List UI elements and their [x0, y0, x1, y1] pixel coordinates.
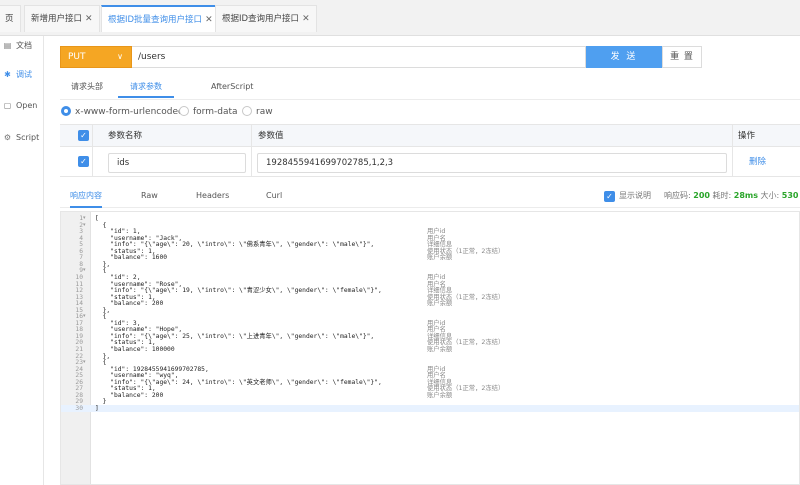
reset-button[interactable]: 重 置 — [662, 46, 702, 68]
tab-label: 新增用户接口 — [31, 14, 83, 24]
divider — [92, 125, 93, 177]
tab-request-headers[interactable]: 请求头部 — [71, 80, 103, 98]
tab-curl[interactable]: Curl — [266, 186, 282, 206]
show-desc-checkbox[interactable]: ✓ — [604, 191, 615, 202]
sidebar-item-label: Script — [16, 133, 40, 142]
tab-batch-query[interactable]: 根据ID批量查询用户接口 ✕ — [101, 5, 220, 32]
time-label: 耗时: — [712, 191, 732, 200]
sidebar-item-label: 调试 — [16, 70, 32, 79]
row-checkbox[interactable]: ✓ — [78, 156, 89, 167]
method-select[interactable]: PUT ∨ — [60, 46, 132, 68]
line-number: 30 — [75, 404, 83, 412]
close-icon[interactable]: ✕ — [302, 14, 310, 24]
param-table: ✓ 参数名称 参数值 操作 ✓ ids 1928455941699702785,… — [60, 124, 800, 177]
col-header-action: 操作 — [738, 131, 756, 141]
gear-icon: ⚙ — [3, 133, 12, 142]
tab-headers[interactable]: Headers — [196, 186, 229, 206]
sidebar-item-script[interactable]: ⚙ Script — [0, 130, 44, 146]
debug-icon: ✱ — [4, 70, 11, 79]
radio-label: form-data — [193, 107, 238, 117]
sidebar-item-label: Open — [16, 101, 38, 110]
divider — [60, 99, 800, 100]
radio-urlencoded[interactable]: x-www-form-urlencoded — [61, 106, 184, 118]
sidebar-item-debug[interactable]: ✱ 调试 — [0, 67, 44, 83]
radio-dot — [61, 106, 71, 116]
send-button[interactable]: 发 送 — [586, 46, 662, 68]
tab-afterscript[interactable]: AfterScript — [211, 80, 253, 98]
tab-query-by-id[interactable]: 根据ID查询用户接口 ✕ — [215, 5, 317, 32]
sidebar-item-label: 文档 — [16, 41, 32, 50]
tab-add-user[interactable]: 新增用户接口 ✕ — [24, 5, 100, 32]
code-line: 30] — [61, 404, 799, 412]
method-value: PUT — [68, 52, 86, 62]
close-icon[interactable]: ✕ — [85, 14, 93, 24]
url-input[interactable]: /users — [132, 46, 586, 68]
doc-icon: ▤ — [3, 41, 12, 50]
radio-form-data[interactable]: form-data — [179, 106, 238, 118]
param-value-input[interactable]: 1928455941699702785,1,2,3 — [257, 153, 727, 173]
table-header: ✓ 参数名称 参数值 操作 — [60, 125, 800, 147]
col-header-value: 参数值 — [258, 131, 284, 141]
table-row: ✓ ids 1928455941699702785,1,2,3 删除 — [60, 147, 800, 177]
tab-label: 根据ID查询用户接口 — [222, 14, 300, 24]
divider — [251, 125, 252, 177]
param-name-input[interactable]: ids — [108, 153, 246, 173]
show-desc-label: 显示说明 — [619, 191, 651, 200]
sidebar-item-open[interactable]: ▢ Open — [0, 98, 44, 114]
size-label: 大小: — [760, 191, 780, 200]
tab-raw[interactable]: Raw — [141, 186, 158, 206]
code-value: 200 — [693, 191, 710, 200]
time-value: 28ms — [733, 191, 758, 200]
tab-response-content[interactable]: 响应内容 — [70, 186, 102, 208]
sidebar: ▤ 文档 ✱ 调试 ▢ Open ⚙ Script — [0, 36, 44, 485]
code-text: ] — [95, 404, 99, 412]
tab-label: 页 — [5, 14, 14, 24]
tab-bar: 页 新增用户接口 ✕ 根据ID批量查询用户接口 ✕ 根据ID查询用户接口 ✕ — [0, 0, 800, 36]
radio-label: raw — [256, 107, 273, 117]
radio-dot — [179, 106, 189, 116]
size-value: 530 B — [781, 191, 800, 200]
tab-request-params[interactable]: 请求参数 — [118, 80, 174, 98]
tab-label: 根据ID批量查询用户接口 — [108, 15, 203, 25]
response-toolbar: 响应内容 Raw Headers Curl ✓ 显示说明 响应码: 200 耗时… — [60, 186, 800, 208]
col-header-name: 参数名称 — [108, 131, 143, 141]
radio-label: x-www-form-urlencoded — [75, 107, 184, 117]
response-stats: 响应码: 200 耗时: 28ms 大小: 530 B — [664, 186, 800, 206]
sidebar-item-docs[interactable]: ▤ 文档 — [0, 38, 44, 54]
select-all-checkbox[interactable]: ✓ — [78, 130, 89, 141]
tab-home[interactable]: 页 — [0, 5, 21, 32]
code-label: 响应码: — [664, 191, 691, 200]
radio-dot — [242, 106, 252, 116]
delete-link[interactable]: 删除 — [749, 147, 766, 177]
divider — [732, 125, 733, 177]
close-icon[interactable]: ✕ — [205, 15, 213, 25]
chevron-down-icon: ∨ — [117, 52, 123, 61]
response-code-editor[interactable]: 1 ▾[2 ▾ {3 "id": 1, 用户id 4 "username": "Jack… — [60, 211, 800, 485]
radio-raw[interactable]: raw — [242, 106, 273, 118]
open-icon: ▢ — [3, 101, 12, 110]
